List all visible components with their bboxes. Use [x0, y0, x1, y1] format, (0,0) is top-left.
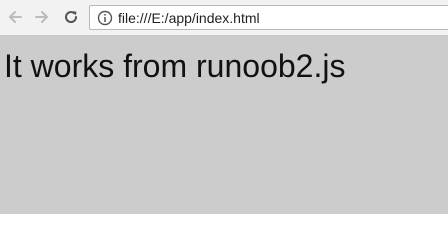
info-icon[interactable]: [97, 10, 113, 26]
url-text: file:///E:/app/index.html: [118, 10, 260, 26]
forward-button[interactable]: [32, 7, 52, 27]
reload-icon: [65, 11, 78, 23]
reload-button[interactable]: [61, 7, 81, 27]
forward-arrow-icon: [35, 11, 48, 23]
back-button[interactable]: [5, 7, 25, 27]
browser-window: file:///E:/app/index.html It works from …: [0, 0, 448, 214]
page-body-text: It works from runoob2.js: [4, 48, 346, 84]
browser-toolbar: file:///E:/app/index.html: [0, 0, 448, 36]
page-content: It works from runoob2.js: [0, 36, 448, 214]
back-arrow-icon: [9, 11, 22, 23]
address-bar[interactable]: file:///E:/app/index.html: [89, 5, 448, 30]
